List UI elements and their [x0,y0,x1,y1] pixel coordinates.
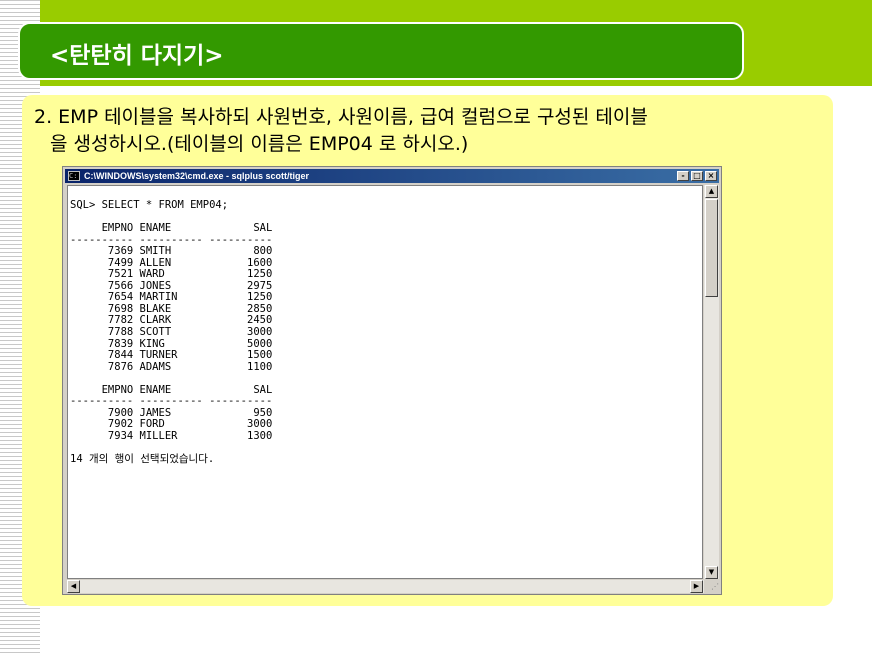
resize-grip-icon[interactable]: ⋰ [704,580,719,593]
vertical-scroll-thumb[interactable] [705,199,718,297]
console-output-text: SQL> SELECT * FROM EMP04; EMPNO ENAME SA… [70,199,273,466]
console-window[interactable]: C: C:\WINDOWS\system32\cmd.exe - sqlplus… [62,166,722,595]
console-title: C:\WINDOWS\system32\cmd.exe - sqlplus sc… [84,171,310,181]
cmd-icon[interactable]: C: [68,171,80,181]
instruction-line-2: 을 생성하시오.(테이블의 이름은 EMP04 로 하시오.) [50,133,469,155]
scroll-down-icon[interactable]: ▼ [705,566,718,579]
title-panel: <탄탄히 다지기> [18,22,744,80]
horizontal-scrollbar[interactable]: ◀ ▶ [67,580,704,593]
close-button[interactable]: × [705,171,717,181]
scroll-right-icon[interactable]: ▶ [690,580,703,593]
scroll-up-icon[interactable]: ▲ [705,185,718,198]
vertical-scrollbar[interactable]: ▲ ▼ [704,185,719,579]
instruction-line-1: 2. EMP 테이블을 복사하되 사원번호, 사원이름, 급여 컬럼으로 구성된… [34,106,648,128]
slide-title: <탄탄히 다지기> [50,43,224,69]
maximize-button[interactable]: □ [691,171,703,181]
console-titlebar[interactable]: C: C:\WINDOWS\system32\cmd.exe - sqlplus… [65,169,719,183]
console-output[interactable]: SQL> SELECT * FROM EMP04; EMPNO ENAME SA… [67,185,703,579]
minimize-button[interactable]: - [677,171,689,181]
instruction-text: 2. EMP 테이블을 복사하되 사원번호, 사원이름, 급여 컬럼으로 구성된… [34,104,824,158]
scroll-left-icon[interactable]: ◀ [67,580,80,593]
